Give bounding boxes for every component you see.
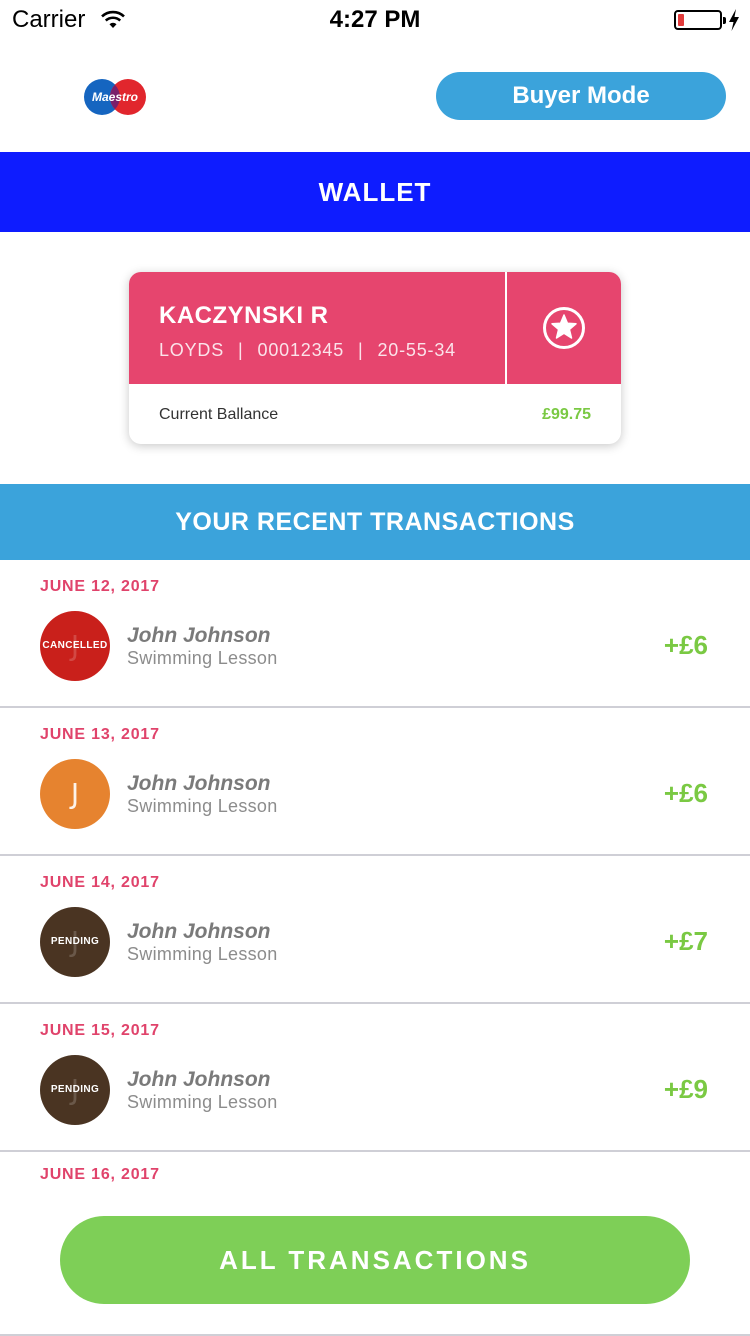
bank-card[interactable]: KACZYNSKI R LOYDS | 00012345 | 20-55-34 Curr… (129, 272, 621, 444)
transaction-description: Swimming Lesson (127, 796, 278, 816)
recent-transactions-header: YOUR RECENT TRANSACTIONS (0, 484, 750, 560)
clock: 4:27 PM (329, 6, 421, 33)
balance-label: Current Ballance (159, 406, 279, 423)
transaction-description: Swimming Lesson (127, 1092, 278, 1112)
status-badge: CANCELLED (42, 640, 108, 651)
transaction-name: John Johnson (127, 920, 271, 943)
bank-name: LOYDS (159, 340, 225, 360)
card-header: KACZYNSKI R LOYDS | 00012345 | 20-55-34 (129, 272, 621, 384)
transaction-row[interactable]: JUNE 13, 2017 J John Johnson Swimming Le… (0, 708, 750, 856)
transaction-amount: +£7 (663, 926, 708, 956)
transaction-amount: +£9 (663, 1074, 708, 1104)
avatar: J PENDING (40, 907, 110, 977)
sort-code: 20-55-34 (377, 340, 456, 360)
logo-text: Maestro (92, 90, 138, 104)
battery-icon (674, 10, 726, 30)
transaction-name: John Johnson (127, 1068, 271, 1091)
balance-value: £99.75 (542, 406, 591, 423)
buyer-mode-button[interactable]: Buyer Mode (436, 72, 726, 120)
card-holder-name: KACZYNSKI R (159, 302, 329, 329)
transaction-description: Swimming Lesson (127, 648, 278, 668)
card-divider (505, 272, 507, 384)
star-icon (551, 314, 577, 339)
avatar: J CANCELLED (40, 611, 110, 681)
maestro-logo: Maestro (84, 79, 146, 115)
card-details: LOYDS | 00012345 | 20-55-34 (159, 340, 456, 360)
transaction-amount: +£6 (663, 778, 708, 808)
favorite-star-button[interactable] (543, 307, 585, 349)
status-badge: PENDING (50, 1084, 100, 1095)
transaction-date: JUNE 15, 2017 (40, 1022, 160, 1039)
transaction-name: John Johnson (127, 624, 271, 647)
transaction-description: Swimming Lesson (127, 944, 278, 964)
status-badge: PENDING (50, 936, 100, 947)
all-transactions-button[interactable]: ALL TRANSACTIONS (60, 1216, 690, 1304)
transaction-row[interactable]: JUNE 12, 2017 J CANCELLED John Johnson S… (0, 560, 750, 708)
transaction-date: JUNE 13, 2017 (40, 726, 160, 743)
transaction-row[interactable]: JUNE 14, 2017 J PENDING John Johnson Swi… (0, 856, 750, 1004)
wallet-header: WALLET (0, 152, 750, 232)
avatar: J PENDING (40, 1055, 110, 1125)
account-number: 00012345 (257, 340, 345, 360)
transaction-amount: +£6 (663, 630, 708, 660)
transaction-date: JUNE 14, 2017 (40, 874, 160, 891)
transaction-date: JUNE 12, 2017 (40, 578, 160, 595)
transaction-name: John Johnson (127, 772, 271, 795)
transaction-row[interactable]: JUNE 15, 2017 J PENDING John Johnson Swi… (0, 1004, 750, 1152)
charging-bolt-icon (729, 9, 739, 31)
status-bar: Carrier 4:27 PM (0, 0, 750, 40)
avatar: J (40, 759, 110, 829)
transaction-date: JUNE 16, 2017 (40, 1166, 160, 1183)
